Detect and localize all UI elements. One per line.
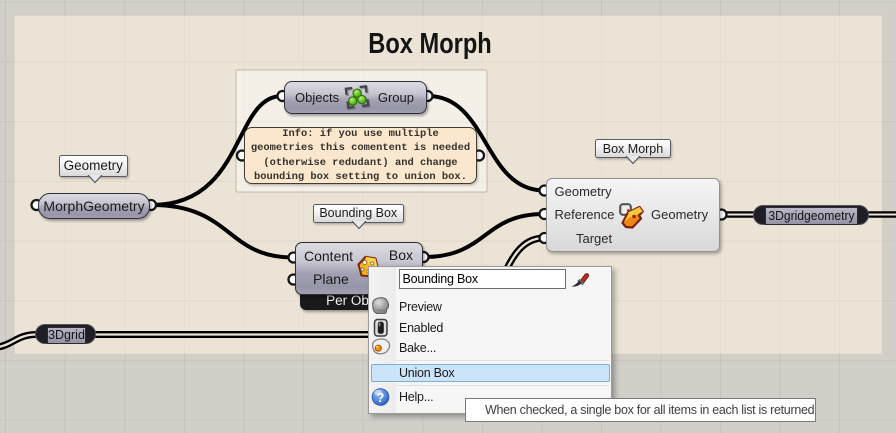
- svg-text:?: ?: [377, 391, 385, 405]
